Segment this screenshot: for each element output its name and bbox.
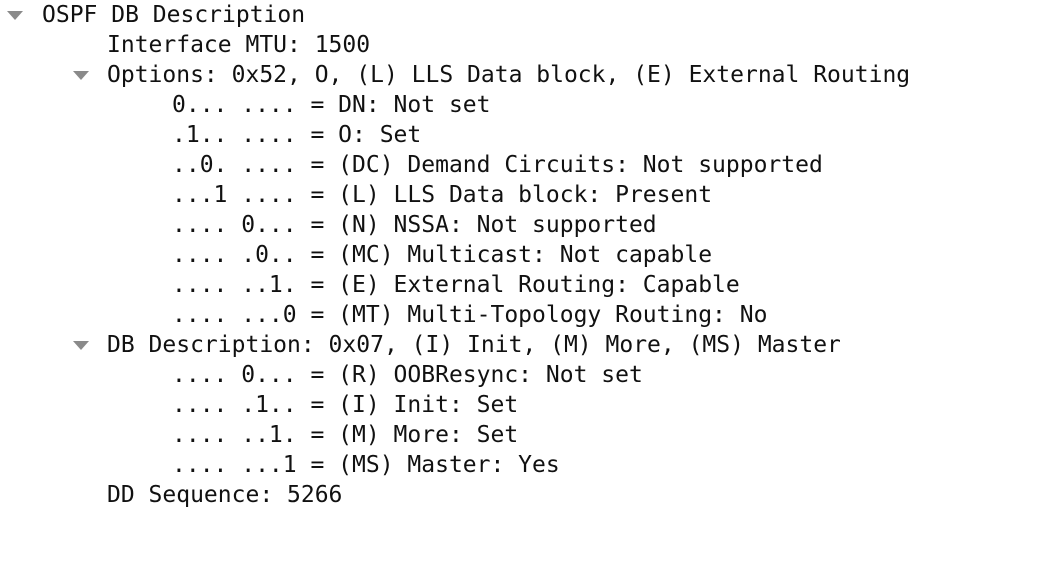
tree-leaf-label: Interface MTU: 1500 — [107, 32, 371, 58]
disclosure-triangle-expanded-icon[interactable] — [72, 60, 90, 90]
tree-node-db-description[interactable]: DB Description: 0x07, (I) Init, (M) More… — [0, 330, 1044, 360]
tree-leaf-db-flag-bit[interactable]: .... ..1. = (M) More: Set — [0, 420, 1044, 450]
tree-leaf-label: DD Sequence: 5266 — [107, 482, 343, 508]
tree-leaf-option-bit[interactable]: 0... .... = DN: Not set — [0, 90, 1044, 120]
tree-leaf-option-bit[interactable]: .1.. .... = O: Set — [0, 120, 1044, 150]
tree-node-options[interactable]: Options: 0x52, O, (L) LLS Data block, (E… — [0, 60, 1044, 90]
db-flag-bit-label: .... .1.. = (I) Init: Set — [172, 392, 519, 418]
option-bit-label: .1.. .... = O: Set — [172, 122, 422, 148]
tree-leaf-option-bit[interactable]: .... .0.. = (MC) Multicast: Not capable — [0, 240, 1044, 270]
tree-leaf-option-bit[interactable]: .... 0... = (N) NSSA: Not supported — [0, 210, 1044, 240]
disclosure-triangle-expanded-icon[interactable] — [72, 330, 90, 360]
tree-leaf-option-bit[interactable]: .... ...0 = (MT) Multi-Topology Routing:… — [0, 300, 1044, 330]
tree-leaf-dd-sequence[interactable]: DD Sequence: 5266 — [0, 480, 1044, 510]
tree-leaf-db-flag-bit[interactable]: .... 0... = (R) OOBResync: Not set — [0, 360, 1044, 390]
db-flag-bit-label: .... ..1. = (M) More: Set — [172, 422, 519, 448]
db-flag-bit-label: .... ...1 = (MS) Master: Yes — [172, 452, 560, 478]
option-bit-label: ...1 .... = (L) LLS Data block: Present — [172, 182, 713, 208]
tree-leaf-db-flag-bit[interactable]: .... .1.. = (I) Init: Set — [0, 390, 1044, 420]
packet-details-tree: OSPF DB Description Interface MTU: 1500 … — [0, 0, 1044, 510]
option-bit-label: 0... .... = DN: Not set — [172, 92, 491, 118]
tree-node-ospf-db-description[interactable]: OSPF DB Description — [0, 0, 1044, 30]
tree-leaf-option-bit[interactable]: ..0. .... = (DC) Demand Circuits: Not su… — [0, 150, 1044, 180]
tree-leaf-interface-mtu[interactable]: Interface MTU: 1500 — [0, 30, 1044, 60]
db-flag-bit-label: .... 0... = (R) OOBResync: Not set — [172, 362, 643, 388]
option-bit-label: ..0. .... = (DC) Demand Circuits: Not su… — [172, 152, 823, 178]
disclosure-triangle-expanded-icon[interactable] — [6, 0, 24, 30]
tree-leaf-db-flag-bit[interactable]: .... ...1 = (MS) Master: Yes — [0, 450, 1044, 480]
option-bit-label: .... ...0 = (MT) Multi-Topology Routing:… — [172, 302, 768, 328]
option-bit-label: .... ..1. = (E) External Routing: Capabl… — [172, 272, 740, 298]
tree-node-label: DB Description: 0x07, (I) Init, (M) More… — [107, 332, 841, 358]
tree-leaf-option-bit[interactable]: .... ..1. = (E) External Routing: Capabl… — [0, 270, 1044, 300]
option-bit-label: .... .0.. = (MC) Multicast: Not capable — [172, 242, 713, 268]
tree-node-label: Options: 0x52, O, (L) LLS Data block, (E… — [107, 62, 911, 88]
tree-node-label: OSPF DB Description — [42, 2, 306, 28]
tree-leaf-option-bit[interactable]: ...1 .... = (L) LLS Data block: Present — [0, 180, 1044, 210]
option-bit-label: .... 0... = (N) NSSA: Not supported — [172, 212, 657, 238]
